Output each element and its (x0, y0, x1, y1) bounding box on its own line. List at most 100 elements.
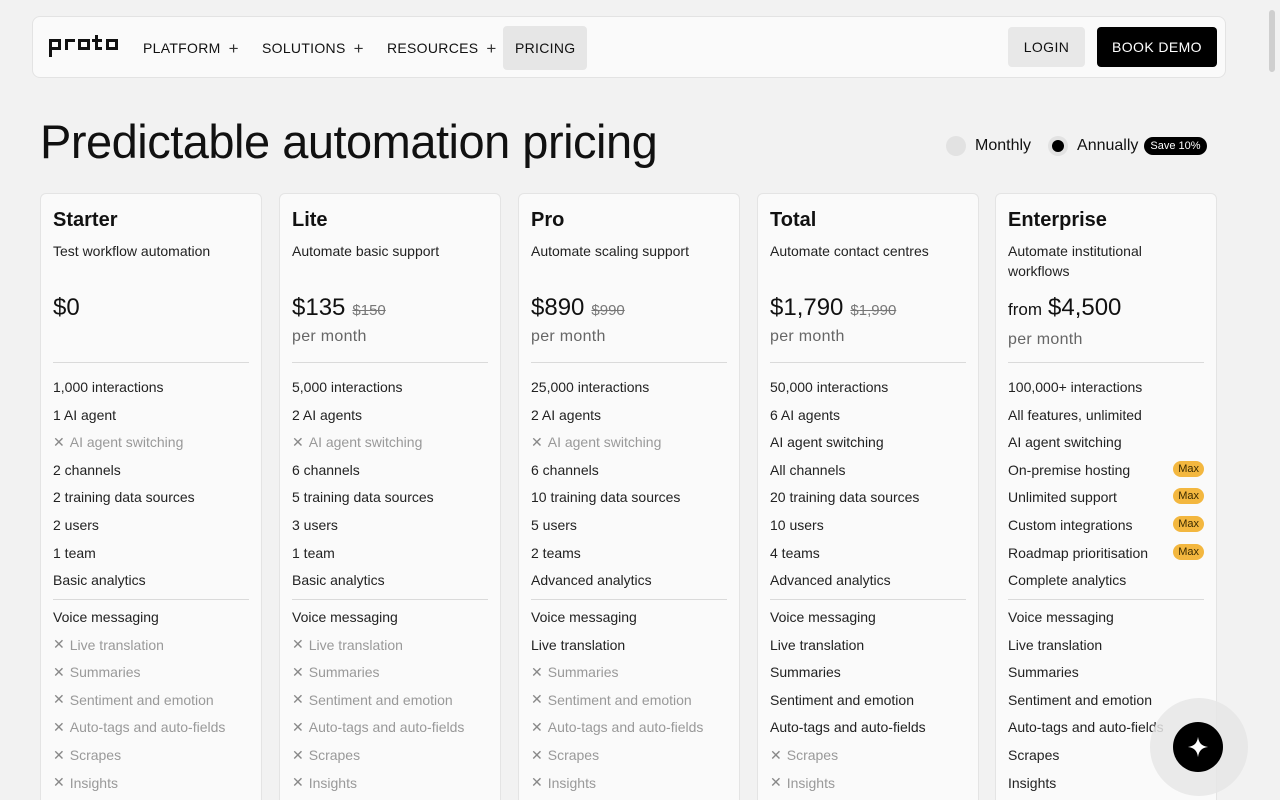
plan-name: Lite (292, 209, 328, 231)
plan-feature-text: Insights (308, 774, 357, 791)
nav-resources-label: RESOURCES (387, 40, 479, 56)
scrollbar[interactable] (1269, 10, 1275, 72)
plan-limit-text: 6 channels (292, 461, 360, 478)
plan-limit-item: Basic analytics (53, 570, 249, 590)
plan-feature-text: Voice messaging (531, 609, 637, 625)
plan-period: per month (1008, 331, 1083, 348)
plan-feature-text: Voice messaging (292, 609, 398, 625)
plan-limit-text: 5 users (531, 517, 577, 533)
plan-description: Automate basic support (292, 243, 440, 259)
billing-annually-option[interactable]: Annually Save 10% (1048, 136, 1207, 156)
plan-limit-text: 2 teams (531, 544, 581, 561)
x-icon: ✕ (531, 433, 543, 450)
plus-icon: + (353, 38, 364, 58)
plan-limit-text: 3 users (292, 517, 338, 533)
radio-icon (946, 136, 966, 156)
plan-feature-text: Sentiment and emotion (308, 691, 453, 708)
plan-limit-text: Unlimited support (1008, 489, 1117, 506)
plan-feature-text: Summaries (770, 664, 841, 681)
plan-limit-item: Complete analytics (1008, 570, 1204, 590)
plan-limit-item: 3 users (292, 515, 488, 535)
divider (53, 599, 249, 600)
plan-limit-text: 1 AI agent (53, 406, 117, 423)
plan-feature-item: ✕ Scrapes (770, 745, 966, 765)
x-icon: ✕ (292, 718, 304, 735)
plan-limit-item: Basic analytics (292, 570, 488, 590)
plan-feature-item: Live translation (1008, 635, 1204, 655)
nav-resources[interactable]: RESOURCES + (387, 26, 497, 70)
price-prefix: from (1008, 300, 1042, 319)
plan-limit-text: AI agent switching (69, 434, 184, 451)
plan-feature-text: Insights (69, 774, 118, 791)
plan-feature-item: ✕ Sentiment and emotion (531, 690, 727, 710)
proto-logo[interactable] (49, 35, 123, 61)
plan-feature-item: ✕ Sentiment and emotion (292, 690, 488, 710)
plan-feature-item: ✕ Auto-tags and auto-fields (292, 717, 488, 737)
plan-feature-text: Sentiment and emotion (1008, 691, 1152, 708)
plan-feature-item: ✕ Sentiment and emotion (53, 690, 249, 710)
plan-feature-item: ✕ Insights (53, 773, 249, 793)
plan-limit-item: 5 users (531, 515, 727, 535)
nav-pricing[interactable]: PRICING (503, 26, 588, 70)
billing-monthly-option[interactable]: Monthly (946, 136, 1031, 156)
save-badge: Save 10% (1144, 137, 1207, 155)
plan-period: per month (292, 328, 367, 345)
plan-feature-text: Live translation (1008, 636, 1103, 653)
price-row: $0 (53, 294, 80, 322)
x-icon: ✕ (531, 718, 543, 735)
billing-toggle: Monthly Annually Save 10% (946, 132, 1207, 160)
login-button[interactable]: LOGIN (1008, 27, 1085, 67)
nav-solutions[interactable]: SOLUTIONS + (262, 26, 364, 70)
plan-feature-text: Voice messaging (1008, 609, 1114, 625)
plan-feature-text: Summaries (547, 664, 619, 681)
book-demo-button[interactable]: BOOK DEMO (1097, 27, 1217, 67)
plan-limit-item: 50,000 interactions (770, 377, 966, 397)
plan-limit-item: ✕ AI agent switching (53, 432, 249, 452)
plan-feature-item: ✕ Summaries (531, 662, 727, 682)
plan-feature-item: Auto-tags and auto-fields (770, 717, 966, 737)
price-row: $1,790 $1,990 (770, 294, 896, 322)
top-navigation: PLATFORM + SOLUTIONS + RESOURCES + PRICI… (32, 16, 1226, 78)
plan-old-price: $150 (352, 302, 386, 319)
assistant-button[interactable] (1173, 722, 1223, 772)
plan-feature-item: Sentiment and emotion (770, 690, 966, 710)
plan-limit-text: Roadmap prioritisation (1008, 544, 1149, 561)
plan-feature-item: Summaries (770, 662, 966, 682)
x-icon: ✕ (292, 691, 304, 708)
divider (531, 599, 727, 600)
plan-feature-text: Insights (547, 774, 596, 791)
x-icon: ✕ (292, 636, 304, 653)
divider (53, 362, 249, 363)
plan-feature-text: Sentiment and emotion (547, 691, 692, 708)
plan-limit-item: Roadmap prioritisation Max (1008, 543, 1204, 563)
plan-feature-item: Voice messaging (53, 607, 249, 627)
plan-feature-text: Live translation (308, 636, 403, 653)
plan-limit-item: Custom integrations Max (1008, 515, 1204, 535)
plan-limit-text: 6 channels (531, 461, 599, 478)
nav-platform[interactable]: PLATFORM + (143, 26, 239, 70)
x-icon: ✕ (53, 663, 65, 680)
divider (531, 362, 727, 363)
plan-card-lite: Lite Automate basic support $135 $150 per mo… (279, 193, 501, 800)
plan-limit-text: Custom integrations (1008, 517, 1133, 533)
plan-limit-text: 1 team (292, 544, 335, 561)
x-icon: ✕ (292, 433, 304, 450)
x-icon: ✕ (770, 774, 782, 791)
plan-limit-text: 10 users (770, 517, 824, 533)
plan-limit-item: 6 channels (292, 460, 488, 480)
plan-limit-text: AI agent switching (308, 434, 423, 451)
x-icon: ✕ (531, 774, 543, 791)
radio-selected-icon (1048, 136, 1069, 156)
plan-card-pro: Pro Automate scaling support $890 $990 per m… (518, 193, 740, 800)
plan-limit-item: ✕ AI agent switching (292, 432, 488, 452)
plan-limit-item: 2 users (53, 515, 249, 535)
plan-feature-item: ✕ Summaries (53, 662, 249, 682)
plan-limit-item: 1 team (53, 543, 249, 563)
plan-feature-item: ✕ Insights (770, 773, 966, 793)
plan-feature-text: Scrapes (69, 747, 122, 763)
plan-feature-text: Scrapes (308, 747, 361, 763)
plan-feature-text: Auto-tags and auto-fields (1008, 719, 1164, 736)
plan-period: per month (531, 328, 606, 345)
plan-feature-item: Live translation (770, 635, 966, 655)
plan-limit-item: 2 AI agents (531, 405, 727, 425)
